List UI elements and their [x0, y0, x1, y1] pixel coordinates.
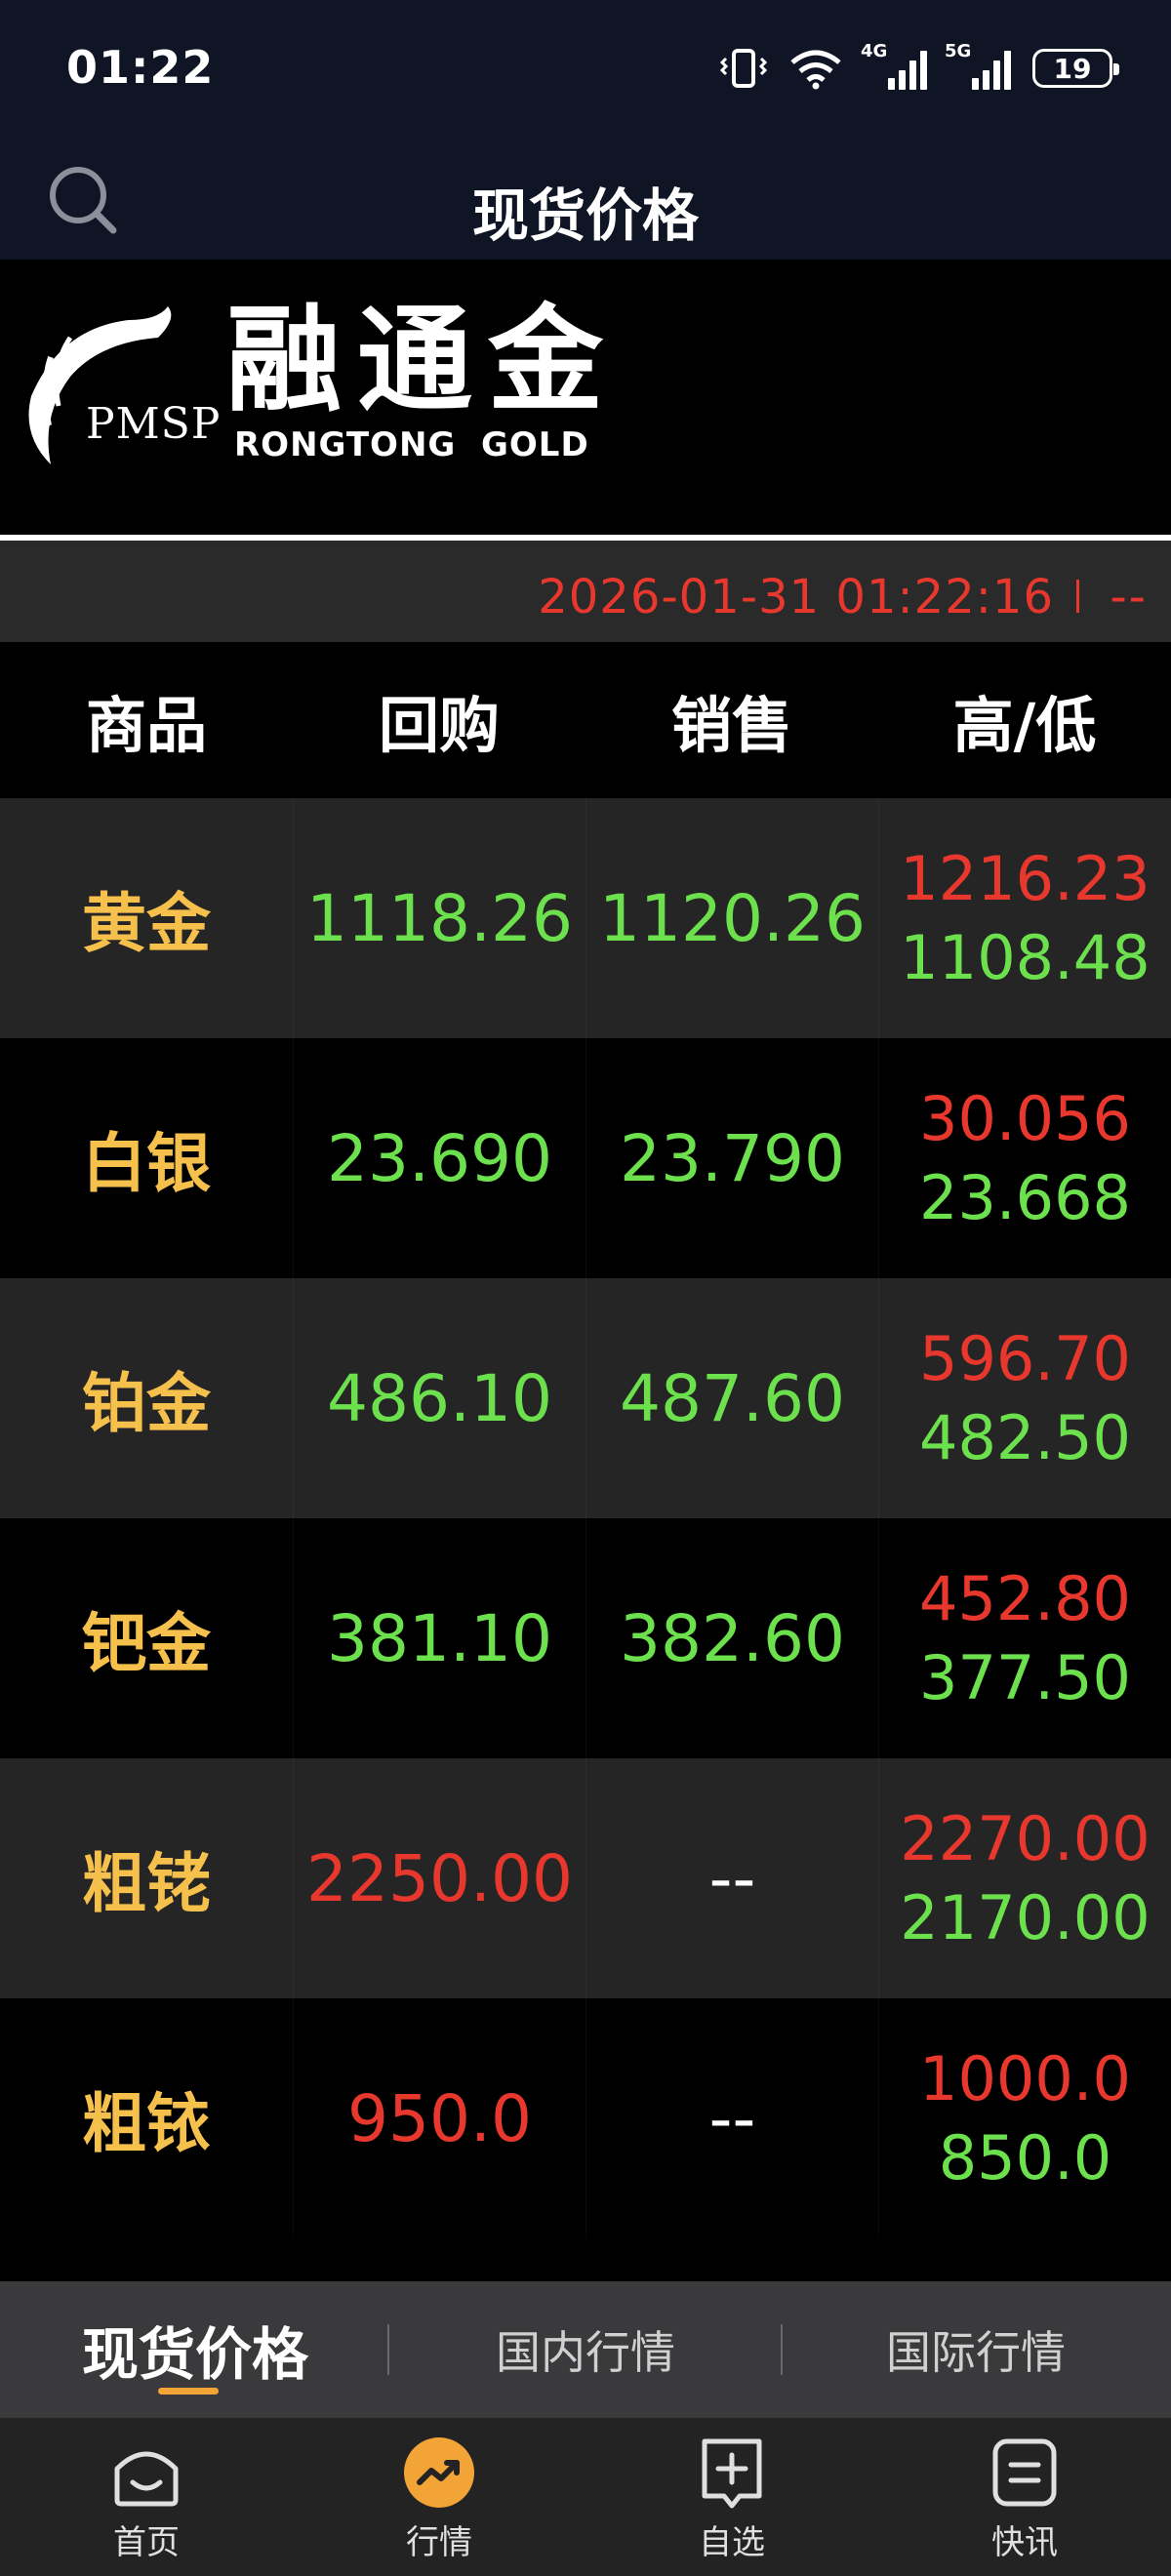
status-icons: 4G 5G 19: [720, 41, 1119, 90]
table-row[interactable]: 铂金 486.10 487.60 596.70 482.50: [0, 1278, 1171, 1518]
nav-home-label: 首页: [113, 2523, 180, 2562]
header-commodity: 商品: [85, 690, 207, 761]
sell-price: 382.60: [586, 1518, 878, 1758]
commodity-name: 黄金: [82, 886, 211, 961]
high-price: 1216.23: [900, 843, 1151, 914]
sell-price: --: [586, 1758, 878, 1998]
tab-divider: [781, 2324, 783, 2375]
buyback-price: 950.0: [293, 1998, 586, 2238]
buyback-price: 23.690: [293, 1038, 586, 1278]
cellular-signal-2: 5G: [945, 41, 1011, 90]
high-low: 596.70 482.50: [878, 1278, 1171, 1518]
table-row[interactable]: 白银 23.690 23.790 30.056 23.668: [0, 1038, 1171, 1278]
status-bar: 01:22 4G 5G 19: [0, 0, 1171, 137]
low-price: 482.50: [919, 1402, 1131, 1473]
vibrate-icon: [720, 49, 767, 88]
sub-tab-bar: 现货价格 国内行情 国际行情: [0, 2281, 1171, 2418]
commodity-name: 铂金: [82, 1366, 211, 1441]
tab-international-market[interactable]: 国际行情: [781, 2281, 1171, 2418]
tab-spot-price[interactable]: 现货价格: [0, 2281, 390, 2418]
page-title: 现货价格: [471, 182, 699, 249]
high-price: 2270.00: [900, 1803, 1151, 1874]
commodity-name: 钯金: [82, 1606, 211, 1681]
signal-label-2: 5G: [945, 41, 972, 61]
market-trend-icon: [404, 2437, 474, 2508]
buyback-price: 381.10: [293, 1518, 586, 1758]
cellular-signal-1: 4G: [861, 41, 927, 90]
low-price: 2170.00: [900, 1882, 1151, 1953]
sell-price: 23.790: [586, 1038, 878, 1278]
battery-level: 19: [1053, 52, 1092, 85]
high-low: 30.056 23.668: [878, 1038, 1171, 1278]
table-row[interactable]: 钯金 381.10 382.60 452.80 377.50: [0, 1518, 1171, 1758]
status-time: 01:22: [66, 41, 215, 94]
high-low: 452.80 377.50: [878, 1518, 1171, 1758]
sell-price: 487.60: [586, 1278, 878, 1518]
price-table-header: 商品 回购 销售 高/低: [0, 642, 1171, 798]
table-row[interactable]: 粗铱 950.0 -- 1000.0 850.0: [0, 1998, 1171, 2238]
header-high-low: 高/低: [952, 690, 1097, 761]
high-price: 1000.0: [919, 2043, 1131, 2114]
nav-home[interactable]: 首页: [0, 2418, 293, 2576]
brand-banner: PMSP 融通金 RONGTONG GOLD: [0, 260, 1171, 535]
high-low: 1000.0 850.0: [878, 1998, 1171, 2238]
nav-market[interactable]: 行情: [293, 2418, 586, 2576]
commodity-name: 白银: [82, 1126, 211, 1201]
buyback-price: 1118.26: [293, 798, 586, 1038]
header-buyback: 回购: [378, 690, 500, 761]
nav-watchlist-label: 自选: [699, 2523, 765, 2562]
high-price: 452.80: [919, 1563, 1131, 1634]
high-price: 596.70: [919, 1323, 1131, 1394]
add-watchlist-icon: [702, 2438, 762, 2509]
update-timestamp: 2026-01-31 01:22:16: [538, 570, 1054, 624]
tab-divider: [387, 2324, 389, 2375]
price-table: 黄金 1118.26 1120.26 1216.23 1108.48 白银 23…: [0, 798, 1171, 2238]
sell-price: --: [586, 1998, 878, 2238]
title-bar: 现货价格: [0, 137, 1171, 260]
low-price: 23.668: [919, 1162, 1131, 1233]
logo-mark-text: PMSP: [86, 399, 222, 449]
news-icon: [992, 2438, 1057, 2507]
table-row[interactable]: 粗铑 2250.00 -- 2270.00 2170.00: [0, 1758, 1171, 1998]
buyback-price: 2250.00: [293, 1758, 586, 1998]
low-price: 377.50: [919, 1642, 1131, 1713]
high-price: 30.056: [919, 1083, 1131, 1154]
commodity-name: 粗铑: [82, 1846, 211, 1921]
nav-market-label: 行情: [406, 2523, 472, 2562]
battery-icon: 19: [1032, 49, 1119, 88]
low-price: 1108.48: [900, 922, 1151, 993]
high-low: 2270.00 2170.00: [878, 1758, 1171, 1998]
table-row[interactable]: 黄金 1118.26 1120.26 1216.23 1108.48: [0, 798, 1171, 1038]
update-status: --: [1110, 570, 1148, 624]
nav-watchlist[interactable]: 自选: [586, 2418, 878, 2576]
high-low: 1216.23 1108.48: [878, 798, 1171, 1038]
brand-name-cn: 融通金: [226, 293, 620, 427]
brand-name-en: RONGTONG GOLD: [234, 425, 589, 464]
header-sell: 销售: [670, 690, 792, 761]
commodity-name: 粗铱: [82, 2086, 211, 2161]
buyback-price: 486.10: [293, 1278, 586, 1518]
nav-news[interactable]: 快讯: [878, 2418, 1171, 2576]
tab-domestic-market[interactable]: 国内行情: [390, 2281, 781, 2418]
timestamp-separator: [1076, 580, 1079, 613]
update-time-row: 2026-01-31 01:22:16 --: [0, 541, 1171, 642]
bottom-nav: 首页 行情 自选 快讯: [0, 2418, 1171, 2576]
wifi-icon: [790, 50, 841, 90]
low-price: 850.0: [938, 2122, 1112, 2194]
home-icon: [114, 2451, 179, 2507]
signal-label-1: 4G: [861, 41, 888, 61]
sell-price: 1120.26: [586, 798, 878, 1038]
nav-news-label: 快讯: [991, 2523, 1058, 2562]
